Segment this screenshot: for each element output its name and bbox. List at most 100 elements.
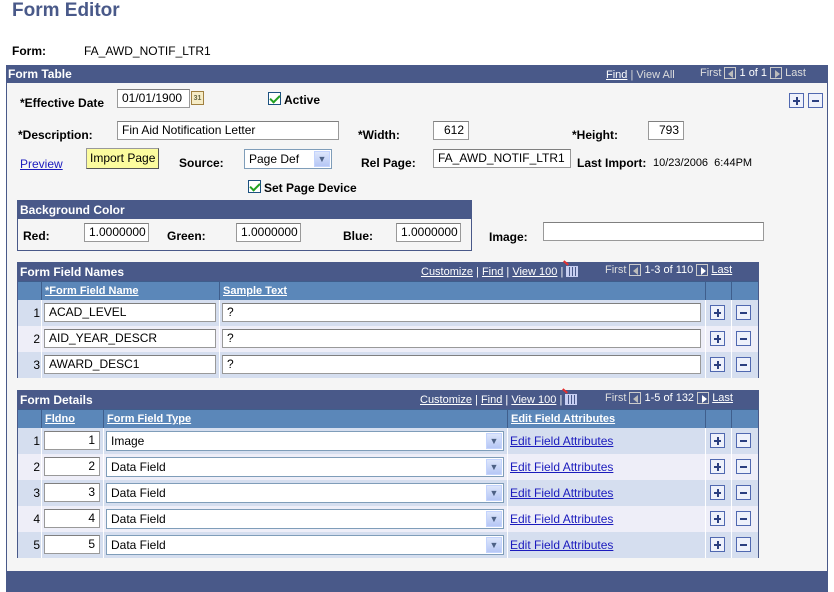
fldno-input[interactable]: 2: [44, 457, 100, 476]
delete-row-button[interactable]: [736, 433, 751, 448]
add-row-button[interactable]: [710, 433, 725, 448]
form-field-type-select[interactable]: Data Field ▼: [106, 483, 504, 503]
add-row-button[interactable]: [710, 485, 725, 500]
add-row-button[interactable]: [710, 459, 725, 474]
delete-row-button[interactable]: [736, 511, 751, 526]
add-row-button[interactable]: [789, 93, 804, 108]
col-edit-field-attributes[interactable]: Edit Field Attributes: [507, 410, 705, 430]
form-table-footer: [6, 571, 828, 592]
table-row: 5 5 Data Field ▼ Edit Field Attributes: [18, 532, 758, 558]
description-input[interactable]: Fin Aid Notification Letter: [117, 121, 339, 140]
ffn-customize-link[interactable]: Customize: [421, 266, 473, 278]
effective-date-label: *Effective Date: [20, 96, 105, 110]
form-table-title: Form Table: [8, 67, 72, 81]
view-all-link[interactable]: View All: [636, 69, 674, 81]
blue-input[interactable]: 1.0000000: [396, 223, 461, 242]
form-field-type-value: Image: [111, 434, 145, 448]
ffn-find-link[interactable]: Find: [482, 266, 503, 278]
form-label: Form:: [12, 44, 46, 58]
row-number: 3: [33, 358, 40, 372]
red-label: Red:: [23, 229, 50, 243]
form-field-type-select[interactable]: Data Field ▼: [106, 509, 504, 529]
delete-row-button[interactable]: [736, 357, 751, 372]
width-input[interactable]: 612: [433, 121, 469, 140]
table-row: 4 4 Data Field ▼ Edit Field Attributes: [18, 506, 758, 532]
fd-page-count: 1-5 of 132: [644, 392, 695, 404]
form-field-name-input[interactable]: AID_YEAR_DESCR: [44, 329, 216, 348]
source-select[interactable]: Page Def ▼: [244, 149, 332, 169]
set-page-device-checkbox[interactable]: [248, 180, 261, 193]
table-row: 1 ACAD_LEVEL ?: [18, 300, 758, 326]
prev-arrow-icon: [629, 392, 642, 405]
chevron-down-icon: ▼: [486, 511, 502, 527]
add-row-button[interactable]: [710, 537, 725, 552]
col-fldno[interactable]: Fldno: [41, 410, 103, 430]
add-row-button[interactable]: [710, 511, 725, 526]
red-input[interactable]: 1.0000000: [84, 223, 149, 242]
edit-field-attributes-link[interactable]: Edit Field Attributes: [510, 434, 613, 448]
fldno-input[interactable]: 5: [44, 535, 100, 554]
sample-text-input[interactable]: ?: [222, 303, 701, 322]
effective-date-input[interactable]: 01/01/1900: [117, 89, 190, 108]
add-row-button[interactable]: [710, 331, 725, 346]
form-field-type-select[interactable]: Image ▼: [106, 431, 504, 451]
delete-row-button[interactable]: [736, 331, 751, 346]
col-form-field-name[interactable]: *Form Field Name: [41, 282, 219, 302]
edit-field-attributes-link[interactable]: Edit Field Attributes: [510, 460, 613, 474]
fldno-input[interactable]: 1: [44, 431, 100, 450]
download-grid-icon[interactable]: [566, 266, 579, 277]
table-row: 3 3 Data Field ▼ Edit Field Attributes: [18, 480, 758, 506]
rel-page-input[interactable]: FA_AWD_NOTIF_LTR1: [433, 149, 571, 168]
ffn-view-link[interactable]: View 100: [512, 266, 557, 278]
preview-link[interactable]: Preview: [20, 157, 63, 171]
form-field-type-value: Data Field: [111, 460, 166, 474]
add-row-button[interactable]: [710, 305, 725, 320]
find-link[interactable]: Find: [606, 69, 627, 81]
import-page-button[interactable]: Import Page: [86, 148, 160, 169]
delete-row-button[interactable]: [808, 93, 823, 108]
form-field-type-select[interactable]: Data Field ▼: [106, 535, 504, 555]
edit-field-attributes-link[interactable]: Edit Field Attributes: [510, 512, 613, 526]
fd-last-link[interactable]: Last: [712, 392, 733, 404]
sample-text-input[interactable]: ?: [222, 355, 701, 374]
fd-customize-link[interactable]: Customize: [420, 394, 472, 406]
edit-field-attributes-link[interactable]: Edit Field Attributes: [510, 486, 613, 500]
fd-view-link[interactable]: View 100: [511, 394, 556, 406]
fldno-input[interactable]: 4: [44, 509, 100, 528]
add-row-button[interactable]: [710, 357, 725, 372]
ffn-last-link[interactable]: Last: [711, 264, 732, 276]
edit-field-attributes-link[interactable]: Edit Field Attributes: [510, 538, 613, 552]
form-field-type-value: Data Field: [111, 512, 166, 526]
delete-row-button[interactable]: [736, 305, 751, 320]
background-color-header: Background Color: [18, 201, 471, 219]
table-row: 2 2 Data Field ▼ Edit Field Attributes: [18, 454, 758, 480]
next-arrow-icon[interactable]: [697, 392, 710, 405]
sample-text-input[interactable]: ?: [222, 329, 701, 348]
active-checkbox[interactable]: [268, 92, 281, 105]
form-field-name-input[interactable]: AWARD_DESC1: [44, 355, 216, 374]
height-label: *Height:: [572, 128, 618, 142]
page-count: 1 of 1: [739, 67, 768, 79]
calendar-icon[interactable]: 31: [191, 91, 204, 105]
page-title: Form Editor: [12, 0, 120, 21]
row-number: 3: [33, 486, 40, 500]
delete-row-button[interactable]: [736, 537, 751, 552]
fldno-input[interactable]: 3: [44, 483, 100, 502]
delete-row-button[interactable]: [736, 485, 751, 500]
last-import-label: Last Import:: [577, 156, 647, 170]
next-arrow-icon[interactable]: [696, 264, 709, 277]
form-field-type-select[interactable]: Data Field ▼: [106, 457, 504, 477]
height-input[interactable]: 793: [648, 121, 684, 140]
form-field-name-input[interactable]: ACAD_LEVEL: [44, 303, 216, 322]
col-form-field-type[interactable]: Form Field Type: [103, 410, 507, 430]
download-grid-icon[interactable]: [565, 394, 578, 405]
chevron-down-icon: ▼: [314, 151, 330, 167]
image-input[interactable]: [543, 222, 764, 241]
table-row: 3 AWARD_DESC1 ?: [18, 352, 758, 378]
delete-row-button[interactable]: [736, 459, 751, 474]
col-sample-text[interactable]: Sample Text: [219, 282, 705, 302]
row-number: 2: [33, 332, 40, 346]
fd-find-link[interactable]: Find: [481, 394, 502, 406]
green-input[interactable]: 1.0000000: [236, 223, 301, 242]
table-row: 1 1 Image ▼ Edit Field Attributes: [18, 428, 758, 454]
